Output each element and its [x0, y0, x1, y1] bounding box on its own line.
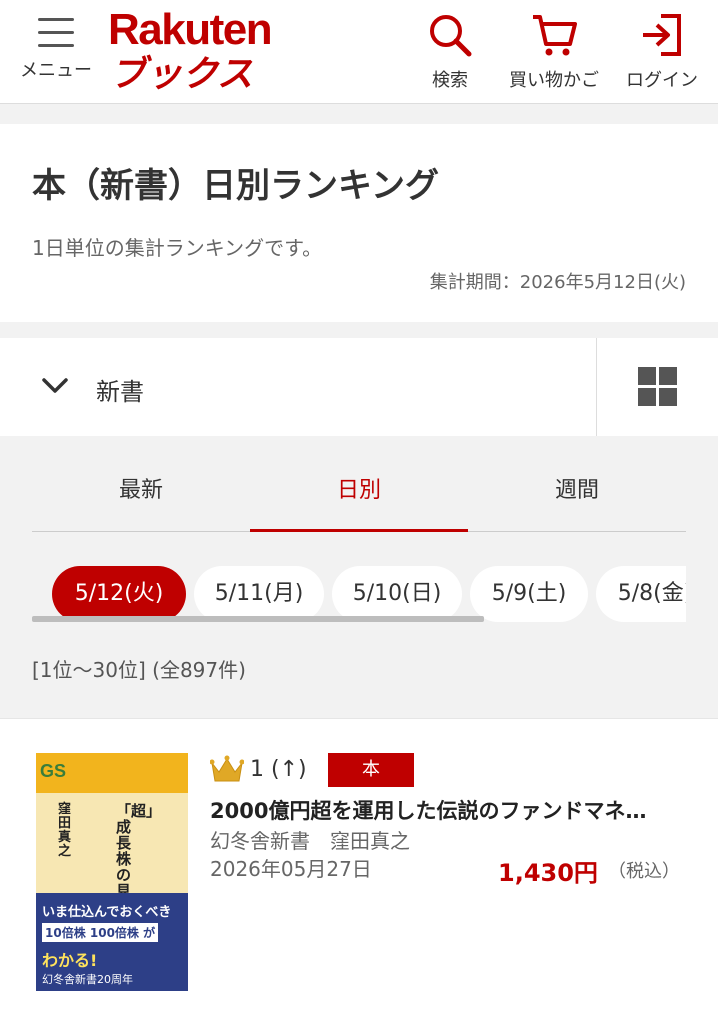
date-scrollbar[interactable] [32, 616, 484, 622]
category-name: 新書 [96, 378, 144, 406]
ranking-tabs: 最新 日別 週間 [32, 460, 686, 532]
cover-band-text: いま仕込んでおくべき [42, 905, 172, 920]
ranking-item[interactable]: GS 「超」成長株の見つけ方 窪田真之 いま仕込んでおくべき 10倍株 100倍… [0, 718, 718, 1024]
grid-view-button[interactable] [598, 338, 718, 436]
date-pill[interactable]: 5/9(土) [470, 566, 588, 622]
search-label: 検索 [432, 70, 468, 91]
cart-icon [533, 15, 577, 56]
cover-author: 窪田真之 [58, 802, 72, 859]
search-button[interactable]: 検索 [426, 12, 474, 92]
menu-button[interactable]: メニュー [16, 12, 96, 82]
book-cover[interactable]: GS 「超」成長株の見つけ方 窪田真之 いま仕込んでおくべき 10倍株 100倍… [36, 753, 188, 991]
cover-band-text: 幻冬舎新書20周年 [42, 973, 133, 986]
tax-note: （税込） [608, 861, 680, 882]
hamburger-icon [36, 12, 76, 47]
aggregation-period: 集計期間：2026年5月12日(火) [429, 272, 686, 293]
tab-latest[interactable]: 最新 [32, 460, 250, 532]
page-title: 本（新書）日別ランキング [32, 166, 439, 206]
rank-number: 1 (↑) [250, 757, 307, 782]
date-pill[interactable]: 5/12(火) [52, 566, 186, 622]
chevron-down-icon [42, 378, 68, 393]
cover-series-mark: GS [40, 761, 67, 781]
crown-icon [210, 755, 244, 782]
book-title[interactable]: 2000億円超を運用した伝説のファンドマネ… [210, 795, 686, 825]
category-dropdown[interactable]: 新書 [0, 338, 597, 436]
page-subtitle: 1日単位の集計ランキングです。 [32, 236, 323, 260]
site-header: メニュー Rakuten ブックス 検索 買い物かご ログイン [0, 0, 718, 104]
cart-button[interactable]: 買い物かご [506, 12, 602, 92]
book-release-date: 2026年05月27日 [210, 857, 372, 881]
category-bar: 新書 [0, 338, 718, 436]
book-publisher-author: 幻冬舎新書 窪田真之 [210, 829, 410, 853]
search-icon [430, 15, 472, 57]
login-button[interactable]: ログイン [622, 12, 702, 92]
logo-text-bottom: ブックス [110, 53, 253, 94]
date-pill[interactable]: 5/8(金) [596, 566, 686, 622]
menu-label: メニュー [20, 60, 92, 81]
format-badge: 本 [328, 753, 414, 787]
rakuten-books-logo[interactable]: Rakuten ブックス [108, 5, 273, 94]
cover-title: 「超」成長株の見つけ方 [116, 802, 161, 947]
result-count: [1位〜30位] (全897件) [32, 658, 246, 682]
cover-band: いま仕込んでおくべき 10倍株 100倍株 が わかる! 幻冬舎新書20周年 [36, 893, 188, 991]
cover-band-text: わかる! [42, 951, 98, 970]
book-price: 1,430円 [498, 859, 598, 887]
cover-band-text: 10倍株 100倍株 が [42, 923, 159, 942]
date-pill[interactable]: 5/10(日) [332, 566, 462, 622]
ranking-title-card: 本（新書）日別ランキング 1日単位の集計ランキングです。 集計期間：2026年5… [0, 124, 718, 322]
login-icon [643, 14, 681, 56]
cart-label: 買い物かご [509, 70, 599, 91]
login-label: ログイン [626, 70, 698, 91]
tab-weekly[interactable]: 週間 [468, 460, 686, 532]
logo-text-top: Rakuten [108, 5, 273, 54]
date-pill[interactable]: 5/11(月) [194, 566, 324, 622]
tab-daily[interactable]: 日別 [250, 460, 468, 532]
